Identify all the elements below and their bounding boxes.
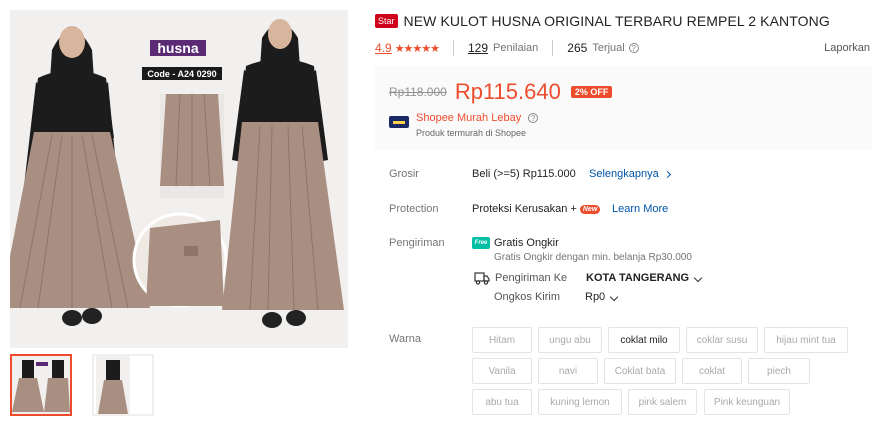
product-title: NEW KULOT HUSNA ORIGINAL TERBARU REMPEL … [403,13,830,29]
shipping-cost-row: Ongkos Kirim Rp0 [494,291,619,303]
variation-option[interactable]: Vanila [472,358,532,384]
rating-stars-icon: ★★★★★ [394,42,440,55]
price-section: Rp118.000 Rp115.640 2% OFF Shopee Murah … [375,66,872,150]
free-shipping-row: Free Gratis Ongkir [472,237,559,249]
divider [552,40,554,56]
ship-to-row: Pengiriman Ke KOTA TANGERANG [474,271,703,285]
thumbnail-1[interactable] [10,354,72,416]
question-help-icon[interactable]: ? [528,113,539,123]
protection-label: Protection [389,203,439,215]
ship-to-label: Pengiriman Ke [495,272,568,284]
free-shipping-text: Gratis Ongkir [494,237,559,249]
chevron-down-icon [609,292,619,302]
reviews-label: Penilaian [493,42,539,54]
variation-label: Warna [389,333,421,345]
variation-option[interactable]: hijau mint tua [764,327,848,353]
variation-option[interactable]: Pink keunguan [704,389,790,415]
variation-option[interactable]: ungu abu [538,327,602,353]
grosir-more-link[interactable]: Selengkapnya [589,168,671,180]
variation-option[interactable]: coklat [682,358,742,384]
report-link[interactable]: Laporkan [824,42,870,54]
variation-option[interactable]: abu tua [472,389,532,415]
truck-icon [474,272,490,285]
variation-option[interactable]: pink salem [628,389,697,415]
variation-option[interactable]: navi [538,358,598,384]
variation-option[interactable]: piech [748,358,810,384]
star-seller-badge: Star [375,14,398,28]
grosir-label: Grosir [389,168,419,180]
reviews-count[interactable]: 129 [468,41,488,55]
code-label: Code - A24 0290 [147,69,216,79]
brand-label: husna [157,40,198,56]
variation-option[interactable]: coklar susu [686,327,758,353]
rating-value[interactable]: 4.9 [375,41,392,55]
product-main-image[interactable]: husna Code - A24 0290 [10,10,348,348]
variation-option[interactable]: Coklat bata [604,358,676,384]
grosir-value: Beli (>=5) Rp115.000 [472,168,576,180]
current-price: Rp115.640 [454,79,561,104]
variation-option[interactable]: kuning lemon [538,389,622,415]
variation-option[interactable]: Hitam [472,327,532,353]
sold-label: Terjual [592,42,625,54]
shipping-cost-dropdown[interactable]: Rp0 [585,291,619,303]
free-shipping-note: Gratis Ongkir dengan min. belanja Rp30.0… [494,252,692,263]
grosir-more-label: Selengkapnya [589,168,659,180]
ship-to-dropdown[interactable]: KOTA TANGERANG [586,272,703,284]
new-badge: New [579,204,601,214]
ship-to-value: KOTA TANGERANG [586,272,690,284]
chevron-right-icon [663,170,671,179]
divider [453,40,454,56]
free-shipping-icon: Free [472,237,490,249]
promo-subtitle: Produk termurah di Shopee [416,128,527,138]
title-row: Star NEW KULOT HUSNA ORIGINAL TERBARU RE… [375,13,870,29]
discount-badge: 2% OFF [570,86,613,98]
learn-more-link[interactable]: Learn More [612,203,668,215]
thumbnail-strip [10,354,154,416]
shopee-murah-lebay-logo-icon [389,116,409,128]
question-help-icon[interactable]: ? [628,43,639,53]
shipping-cost-label: Ongkos Kirim [494,291,561,303]
stats-row: 4.9 ★★★★★ 129 Penilaian 265 Terjual ? La… [375,40,870,56]
sold-count: 265 [567,41,588,55]
promo-banner[interactable]: Shopee Murah Lebay ? Produk termurah di … [389,112,539,138]
shipping-label: Pengiriman [389,237,445,249]
original-price: Rp118.000 [389,85,447,99]
shipping-cost-value: Rp0 [585,291,606,303]
promo-title: Shopee Murah Lebay [416,112,522,124]
protection-text: Proteksi Kerusakan + [472,203,577,215]
variation-option[interactable]: coklat milo [608,327,680,353]
chevron-down-icon [693,273,703,283]
thumbnail-2[interactable] [92,354,154,416]
protection-value: Proteksi Kerusakan + New [472,203,601,215]
